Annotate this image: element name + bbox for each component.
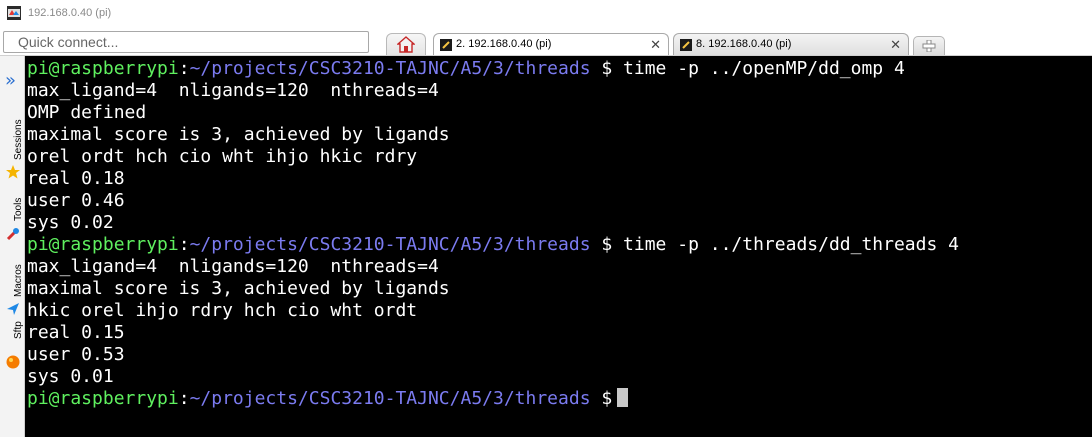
- sftp-globe-icon: [6, 355, 20, 369]
- terminal-line: sys 0.01: [27, 366, 114, 387]
- tab-label: 2. 192.168.0.40 (pi): [456, 38, 552, 50]
- tools-icon: [6, 228, 19, 241]
- quick-connect-input[interactable]: Quick connect...: [3, 31, 369, 53]
- terminal-line: max_ligand=4 nligands=120 nthreads=4: [27, 80, 439, 101]
- prompt-command: time -p ../threads/dd_threads 4: [623, 234, 959, 255]
- sidebar-item-sessions[interactable]: Sessions: [13, 119, 25, 160]
- terminal-line: OMP defined: [27, 102, 147, 123]
- terminal-line: maximal score is 3, achieved by ligands: [27, 124, 450, 145]
- prompt-user: pi@raspberrypi: [27, 58, 179, 79]
- terminal-output[interactable]: pi@raspberrypi:~/projects/CSC3210-TAJNC/…: [25, 56, 1092, 437]
- star-icon: [6, 165, 20, 179]
- expand-sidebar-icon[interactable]: »: [5, 72, 16, 90]
- terminal-line: real 0.18: [27, 168, 125, 189]
- terminal-line: user 0.46: [27, 190, 125, 211]
- prompt-path: ~/projects/CSC3210-TAJNC/A5/3/threads: [189, 234, 591, 255]
- terminal-icon: [680, 39, 692, 51]
- terminal-line: real 0.15: [27, 322, 125, 343]
- tab-label: 8. 192.168.0.40 (pi): [696, 38, 792, 50]
- plus-icon: [922, 40, 936, 52]
- sidebar-item-macros[interactable]: Macros: [13, 264, 25, 297]
- close-icon[interactable]: ✕: [890, 34, 901, 55]
- terminal-line: sys 0.02: [27, 212, 114, 233]
- tab-session-2[interactable]: 2. 192.168.0.40 (pi) ✕: [433, 33, 669, 56]
- mobaxterm-app-icon: [7, 6, 21, 20]
- prompt-user: pi@raspberrypi: [27, 388, 179, 409]
- terminal-line: maximal score is 3, achieved by ligands: [27, 278, 450, 299]
- terminal-line: pi@raspberrypi:~/projects/CSC3210-TAJNC/…: [27, 58, 905, 79]
- terminal-line: orel ordt hch cio wht ihjo hkic rdry: [27, 146, 418, 167]
- title-bar: 192.168.0.40 (pi): [0, 0, 1092, 28]
- sidebar-item-sftp[interactable]: Sftp: [13, 321, 25, 339]
- prompt-command: time -p ../openMP/dd_omp 4: [623, 58, 905, 79]
- sidebar-item-tools[interactable]: Tools: [13, 198, 25, 221]
- tab-session-8[interactable]: 8. 192.168.0.40 (pi) ✕: [673, 33, 909, 56]
- home-icon: [397, 36, 415, 53]
- new-tab-button[interactable]: [913, 36, 945, 55]
- close-icon[interactable]: ✕: [650, 34, 661, 55]
- terminal-line: max_ligand=4 nligands=120 nthreads=4: [27, 256, 439, 277]
- terminal-cursor: [617, 388, 629, 407]
- prompt-path: ~/projects/CSC3210-TAJNC/A5/3/threads: [189, 388, 591, 409]
- prompt-user: pi@raspberrypi: [27, 234, 179, 255]
- terminal-line: pi@raspberrypi:~/projects/CSC3210-TAJNC/…: [27, 234, 959, 255]
- prompt-path: ~/projects/CSC3210-TAJNC/A5/3/threads: [189, 58, 591, 79]
- terminal-line: hkic orel ihjo rdry hch cio wht ordt: [27, 300, 418, 321]
- macro-arrow-icon: [7, 303, 19, 315]
- terminal-icon: [440, 39, 452, 51]
- terminal-line: user 0.53: [27, 344, 125, 365]
- sidebar: » Sessions Tools Macros Sftp: [0, 56, 25, 437]
- window-title: 192.168.0.40 (pi): [28, 7, 112, 19]
- terminal-line: pi@raspberrypi:~/projects/CSC3210-TAJNC/…: [27, 388, 629, 410]
- home-tab[interactable]: [386, 33, 426, 56]
